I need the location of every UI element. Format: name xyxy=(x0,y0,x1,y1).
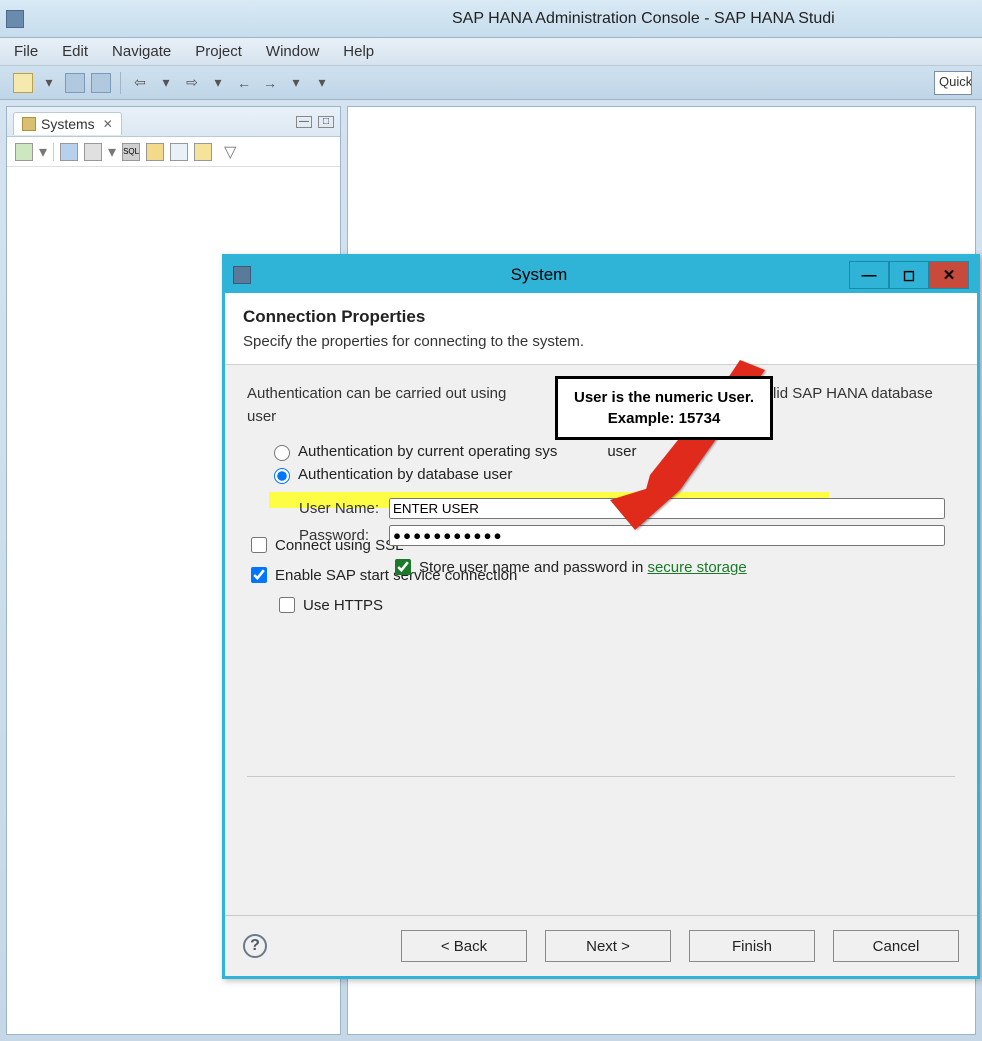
systems-panel-tabrow: Systems ✕ — □ xyxy=(7,107,340,137)
dropdown-icon[interactable]: ▾ xyxy=(108,142,116,162)
dialog-title: System xyxy=(229,265,849,285)
nav-fwd-icon[interactable]: ⇨ xyxy=(182,73,202,93)
next-button[interactable]: Next > xyxy=(545,930,671,962)
systems-tab[interactable]: Systems ✕ xyxy=(13,112,122,135)
password-input[interactable] xyxy=(389,525,945,546)
store-credentials-label: Store user name and password in secure s… xyxy=(419,559,747,576)
app-title: SAP HANA Administration Console - SAP HA… xyxy=(452,10,835,28)
auth-os-user-label: Authentication by current operating sysu… xyxy=(298,443,637,460)
collapse-icon[interactable] xyxy=(170,143,188,161)
help-icon[interactable]: ? xyxy=(243,934,267,958)
new-icon[interactable] xyxy=(13,73,33,93)
dialog-header: Connection Properties Specify the proper… xyxy=(225,293,977,365)
use-https-label: Use HTTPS xyxy=(303,597,383,614)
dropdown-icon[interactable]: ▾ xyxy=(286,73,306,93)
menu-help[interactable]: Help xyxy=(343,43,374,60)
finish-button[interactable]: Finish xyxy=(689,930,815,962)
dialog-separator xyxy=(247,776,955,777)
systems-tab-label: Systems xyxy=(41,116,95,132)
add-system-icon[interactable] xyxy=(15,143,33,161)
quick-access-input[interactable]: Quick xyxy=(934,71,972,95)
main-window-titlebar: SAP HANA Administration Console - SAP HA… xyxy=(0,0,982,38)
menubar: File Edit Navigate Project Window Help xyxy=(0,38,982,66)
monitor-icon[interactable] xyxy=(60,143,78,161)
annotation-callout: User is the numeric User. Example: 15734 xyxy=(555,376,773,440)
dropdown-icon[interactable]: ▾ xyxy=(312,73,332,93)
panel-minimize-icon[interactable]: — xyxy=(296,116,312,128)
menu-window[interactable]: Window xyxy=(266,43,319,60)
toolbar-separator xyxy=(120,72,121,94)
password-label: Password: xyxy=(269,527,389,544)
auth-db-user-radio-row[interactable]: Authentication by database user xyxy=(269,465,955,484)
menu-file[interactable]: File xyxy=(14,43,38,60)
dropdown-icon[interactable]: ▾ xyxy=(39,73,59,93)
username-input[interactable] xyxy=(389,498,945,519)
app-icon xyxy=(6,10,24,28)
secure-storage-link[interactable]: secure storage xyxy=(647,559,746,576)
dialog-header-subtitle: Specify the properties for connecting to… xyxy=(243,333,959,350)
dialog-close-button[interactable]: ✕ xyxy=(929,261,969,289)
enable-sap-start-checkbox[interactable] xyxy=(251,567,267,583)
dropdown-icon[interactable]: ▾ xyxy=(156,73,176,93)
toolbar-separator xyxy=(53,143,54,161)
dialog-minimize-button[interactable]: — xyxy=(849,261,889,289)
nav-right-icon[interactable]: → xyxy=(260,73,280,93)
filter-icon[interactable] xyxy=(84,143,102,161)
auth-os-user-radio-row[interactable]: Authentication by current operating sysu… xyxy=(269,442,955,461)
auth-db-user-label: Authentication by database user xyxy=(298,466,512,483)
menu-edit[interactable]: Edit xyxy=(62,43,88,60)
dialog-header-title: Connection Properties xyxy=(243,307,959,327)
systems-panel-toolbar: ▾ ▾ SQL ▽ xyxy=(7,137,340,167)
username-label: User Name: xyxy=(269,500,389,517)
connect-ssl-checkbox[interactable] xyxy=(251,537,267,553)
dropdown-icon[interactable]: ▾ xyxy=(39,142,47,162)
menu-navigate[interactable]: Navigate xyxy=(112,43,171,60)
auth-db-user-radio[interactable] xyxy=(274,468,290,484)
dialog-titlebar[interactable]: System — ◻ ✕ xyxy=(225,257,977,293)
tab-close-icon[interactable]: ✕ xyxy=(103,117,113,131)
sql-icon[interactable]: SQL xyxy=(122,143,140,161)
folder-icon[interactable] xyxy=(146,143,164,161)
dialog-maximize-button[interactable]: ◻ xyxy=(889,261,929,289)
view-menu-icon[interactable]: ▽ xyxy=(224,142,236,162)
dialog-body: Authentication can be carried out using … xyxy=(225,365,977,915)
dropdown-icon[interactable]: ▾ xyxy=(208,73,228,93)
system-dialog: System — ◻ ✕ Connection Properties Speci… xyxy=(222,254,980,979)
nav-left-icon[interactable]: ← xyxy=(234,73,254,93)
use-https-row[interactable]: Use HTTPS xyxy=(275,594,955,616)
menu-project[interactable]: Project xyxy=(195,43,242,60)
callout-line2: Example: 15734 xyxy=(574,408,754,429)
refresh-icon[interactable] xyxy=(194,143,212,161)
systems-tab-icon xyxy=(22,117,36,131)
use-https-checkbox[interactable] xyxy=(279,597,295,613)
main-toolbar: ▾ ⇦ ▾ ⇨ ▾ ← → ▾ ▾ Quick xyxy=(0,66,982,100)
back-button[interactable]: < Back xyxy=(401,930,527,962)
auth-os-user-radio[interactable] xyxy=(274,445,290,461)
callout-line1: User is the numeric User. xyxy=(574,387,754,408)
store-credentials-checkbox[interactable] xyxy=(395,559,411,575)
nav-back-icon[interactable]: ⇦ xyxy=(130,73,150,93)
cancel-button[interactable]: Cancel xyxy=(833,930,959,962)
save-icon[interactable] xyxy=(65,73,85,93)
save-all-icon[interactable] xyxy=(91,73,111,93)
dialog-footer: ? < Back Next > Finish Cancel xyxy=(225,915,977,976)
panel-maximize-icon[interactable]: □ xyxy=(318,116,334,128)
